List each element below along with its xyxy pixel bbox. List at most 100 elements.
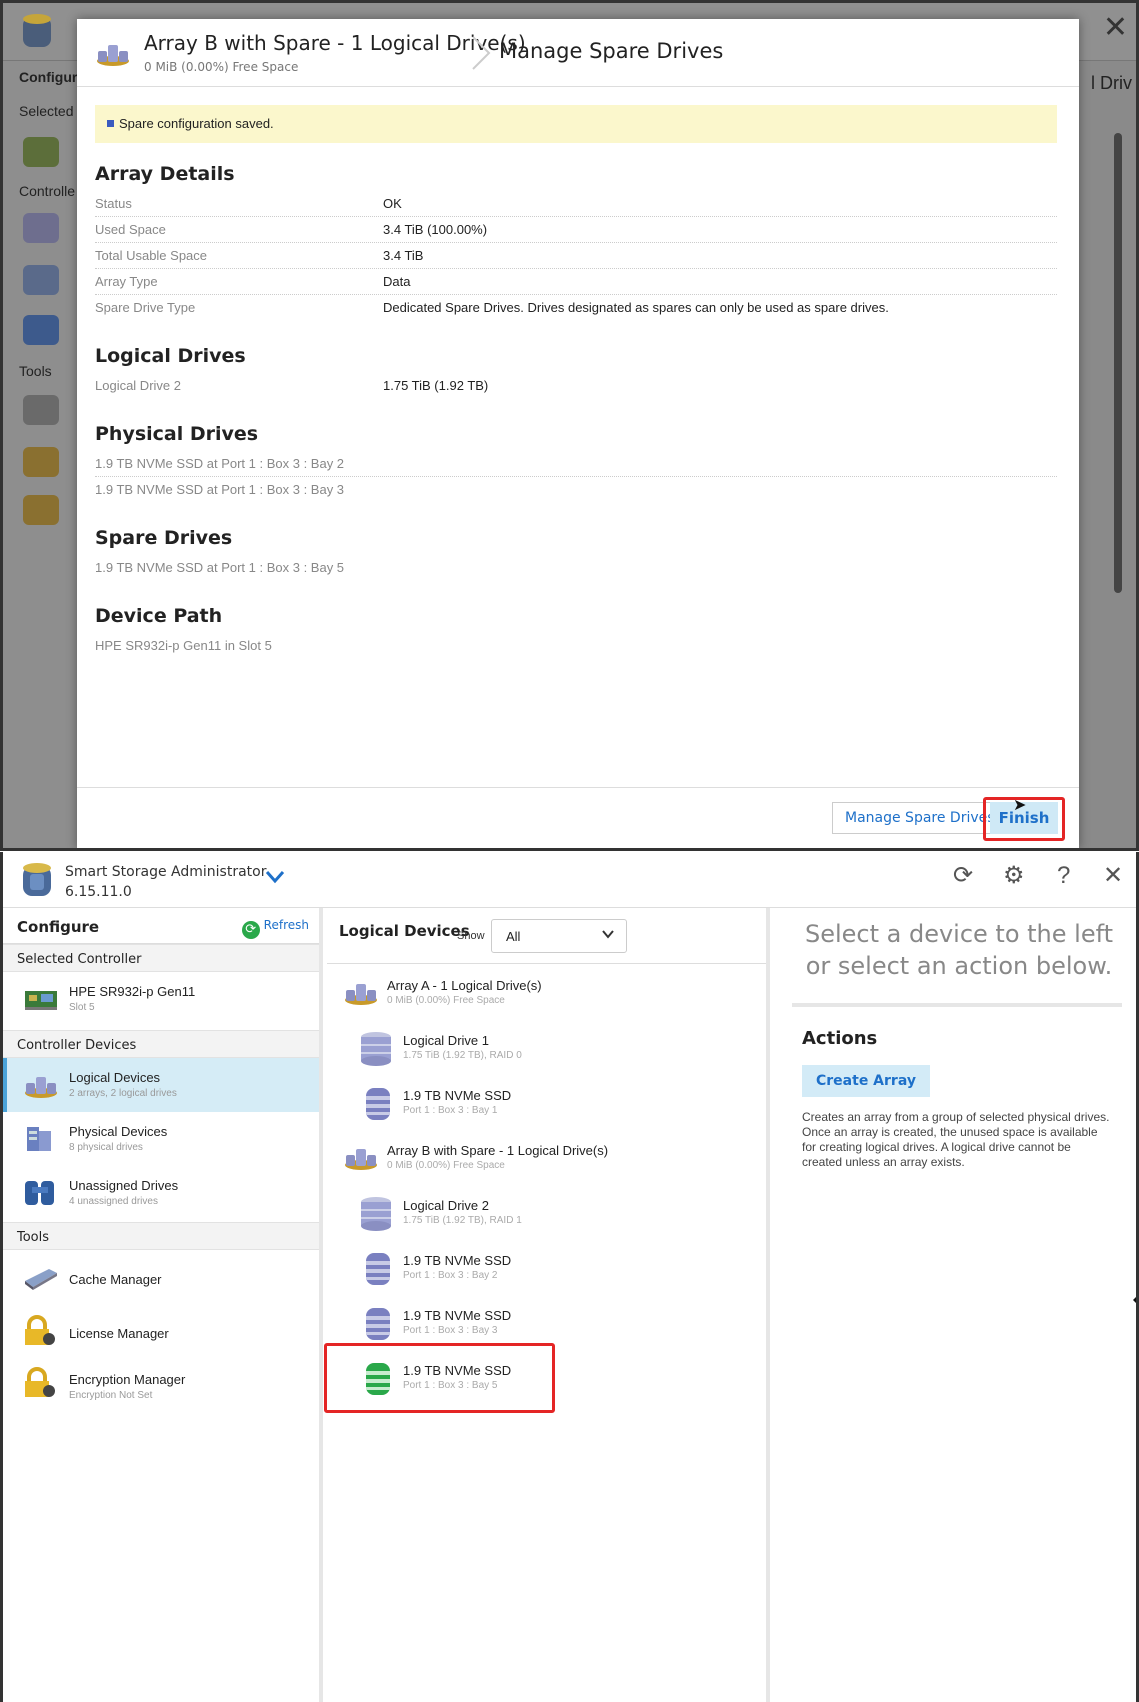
sidebar-item-cache-manager[interactable]: Cache Manager	[3, 1250, 319, 1304]
detail-row: Used Space 3.4 TiB (100.00%)	[95, 215, 1057, 243]
app-logo-icon	[23, 14, 51, 47]
dimmed-controller-icon	[23, 137, 59, 167]
logical-devices-panel: Logical Devices Show All Array A - 1 Log…	[327, 908, 770, 1702]
ssd-drive-icon	[366, 1088, 390, 1120]
spare-ssd-drive-icon	[366, 1363, 390, 1395]
actions-title: Actions	[802, 1028, 878, 1049]
controller-devices-heading: Controller Devices	[3, 1030, 319, 1058]
refresh-icon: ⟳	[241, 921, 260, 939]
array-icon	[97, 45, 129, 66]
modal-footer: Manage Spare Drives Finish	[77, 787, 1079, 848]
array-icon	[345, 984, 377, 1005]
select-device-message: Select a device to the left or select an…	[804, 920, 1114, 980]
section-array-details: Array Details	[95, 163, 235, 185]
section-device-path: Device Path	[95, 605, 223, 627]
chevron-down-icon	[602, 930, 614, 939]
array-b-item[interactable]: Array B with Spare - 1 Logical Drive(s) …	[343, 1133, 763, 1183]
section-physical-drives: Physical Drives	[95, 423, 259, 445]
modal-header: Array B with Spare - 1 Logical Drive(s) …	[77, 19, 1079, 87]
lock-icon	[25, 1367, 55, 1397]
dimmed-right-text: l Driv	[1091, 73, 1132, 93]
unassigned-drives-icon	[25, 1181, 54, 1205]
configure-title: Configure	[17, 918, 100, 936]
modal-subtitle: 0 MiB (0.00%) Free Space	[144, 60, 299, 74]
dimmed-encryption-icon	[23, 495, 59, 525]
detail-row: Total Usable Space 3.4 TiB	[95, 241, 1057, 269]
dimmed-cache-icon	[23, 395, 59, 425]
ssd-drive-icon	[366, 1308, 390, 1340]
app-header: Smart Storage Administrator 6.15.11.0 ⟳ …	[3, 852, 1136, 908]
spare-drive-row: 1.9 TB NVMe SSD at Port 1 : Box 3 : Bay …	[95, 560, 345, 575]
device-path-row: HPE SR932i-p Gen11 in Slot 5	[95, 638, 272, 653]
logical-drive-item[interactable]: Logical Drive 1 1.75 TiB (1.92 TB), RAID…	[359, 1023, 779, 1073]
physical-drive-row: 1.9 TB NVMe SSD at Port 1 : Box 3 : Bay …	[95, 449, 1057, 477]
detail-row: Array Type Data	[95, 267, 1057, 295]
dimmed-selected-label: Selected	[19, 103, 74, 119]
notice-banner: Spare configuration saved.	[95, 105, 1057, 143]
controller-card-icon	[25, 991, 57, 1010]
array-icon	[25, 1077, 57, 1098]
tools-heading: Tools	[3, 1222, 319, 1250]
actions-panel: Select a device to the left or select an…	[774, 908, 1136, 1702]
sidebar-item-encryption-manager[interactable]: Encryption Manager Encryption Not Set	[3, 1356, 319, 1410]
section-spare-drives: Spare Drives	[95, 527, 233, 549]
modal-step-title: Manage Spare Drives	[499, 39, 724, 63]
array-icon	[345, 1149, 377, 1170]
logical-drive-row: Logical Drive 2 1.75 TiB (1.92 TB)	[95, 378, 489, 393]
physical-drive-item[interactable]: 1.9 TB NVMe SSD Port 1 : Box 3 : Bay 2	[359, 1243, 779, 1293]
sidebar-item-unassigned-drives[interactable]: Unassigned Drives 4 unassigned drives	[3, 1166, 319, 1220]
physical-drive-row: 1.9 TB NVMe SSD at Port 1 : Box 3 : Bay …	[95, 482, 345, 497]
breadcrumb-chevron-icon	[472, 36, 491, 70]
dimmed-tools-label: Tools	[19, 363, 52, 379]
app-logo-icon	[23, 863, 51, 896]
dimmed-physical-icon	[23, 265, 59, 295]
panel-edge-arrow-icon[interactable]	[1133, 1294, 1136, 1306]
help-icon[interactable]: ?	[1057, 864, 1070, 888]
physical-drive-item[interactable]: 1.9 TB NVMe SSD Port 1 : Box 3 : Bay 3	[359, 1298, 779, 1348]
info-square-icon	[107, 120, 114, 127]
dimmed-close-icon: ✕	[1102, 11, 1128, 44]
sidebar-item-physical-devices[interactable]: Physical Devices 8 physical drives	[3, 1112, 319, 1166]
dimmed-controller-label: Controlle	[19, 183, 76, 199]
lock-icon	[25, 1315, 55, 1345]
manage-spare-drives-button[interactable]: Manage Spare Drives	[832, 802, 1008, 834]
actions-divider	[792, 1003, 1122, 1007]
dimmed-unassigned-icon	[23, 315, 59, 345]
sidebar-item-logical-devices[interactable]: Logical Devices 2 arrays, 2 logical driv…	[3, 1058, 319, 1112]
logical-devices-header: Logical Devices Show All	[327, 908, 766, 964]
refresh-icon[interactable]: ⟳	[953, 864, 973, 888]
controller-item[interactable]: HPE SR932i-p Gen11 Slot 5	[3, 972, 319, 1026]
spare-drive-item[interactable]: 1.9 TB NVMe SSD Port 1 : Box 3 : Bay 5	[359, 1353, 779, 1403]
dimmed-scrollbar	[1114, 133, 1122, 593]
section-logical-drives: Logical Drives	[95, 345, 246, 367]
create-array-description: Creates an array from a group of selecte…	[802, 1110, 1110, 1169]
sidebar-item-license-manager[interactable]: License Manager	[3, 1304, 319, 1358]
configure-panel: Configure ⟳ Refresh Selected Controller H…	[3, 908, 323, 1702]
close-icon[interactable]: ✕	[1103, 864, 1123, 888]
mouse-cursor-icon: ➤	[1013, 797, 1027, 814]
array-a-item[interactable]: Array A - 1 Logical Drive(s) 0 MiB (0.00…	[343, 968, 763, 1018]
configure-header: Configure ⟳ Refresh	[3, 908, 319, 944]
logical-devices-title: Logical Devices	[339, 922, 470, 940]
app-screenshot: Smart Storage Administrator 6.15.11.0 ⟳ …	[0, 852, 1139, 1702]
logical-drive-item[interactable]: Logical Drive 2 1.75 TiB (1.92 TB), RAID…	[359, 1188, 779, 1238]
create-array-button[interactable]: Create Array	[802, 1065, 930, 1097]
refresh-link[interactable]: ⟳ Refresh	[241, 918, 309, 939]
dimmed-logical-icon	[23, 213, 59, 243]
detail-row: Spare Drive Type Dedicated Spare Drives. …	[95, 300, 889, 315]
dimmed-configure-label: Configur	[19, 69, 78, 85]
dimmed-license-icon	[23, 447, 59, 477]
selected-controller-heading: Selected Controller	[3, 944, 319, 972]
logical-drive-icon	[361, 1032, 391, 1066]
logical-drive-icon	[361, 1197, 391, 1231]
chevron-down-icon[interactable]	[265, 870, 285, 884]
gear-icon[interactable]: ⚙	[1003, 864, 1025, 888]
show-filter-select[interactable]: All	[491, 919, 627, 953]
physical-drive-item[interactable]: 1.9 TB NVMe SSD Port 1 : Box 3 : Bay 1	[359, 1078, 779, 1128]
modal-screenshot: Configur Selected Controlle Tools ✕ l Dr…	[0, 0, 1139, 851]
detail-row: Status OK	[95, 189, 1057, 217]
ssd-drive-icon	[366, 1253, 390, 1285]
show-label: Show	[457, 930, 485, 942]
physical-devices-icon	[27, 1127, 51, 1151]
app-version: 6.15.11.0	[65, 884, 132, 900]
